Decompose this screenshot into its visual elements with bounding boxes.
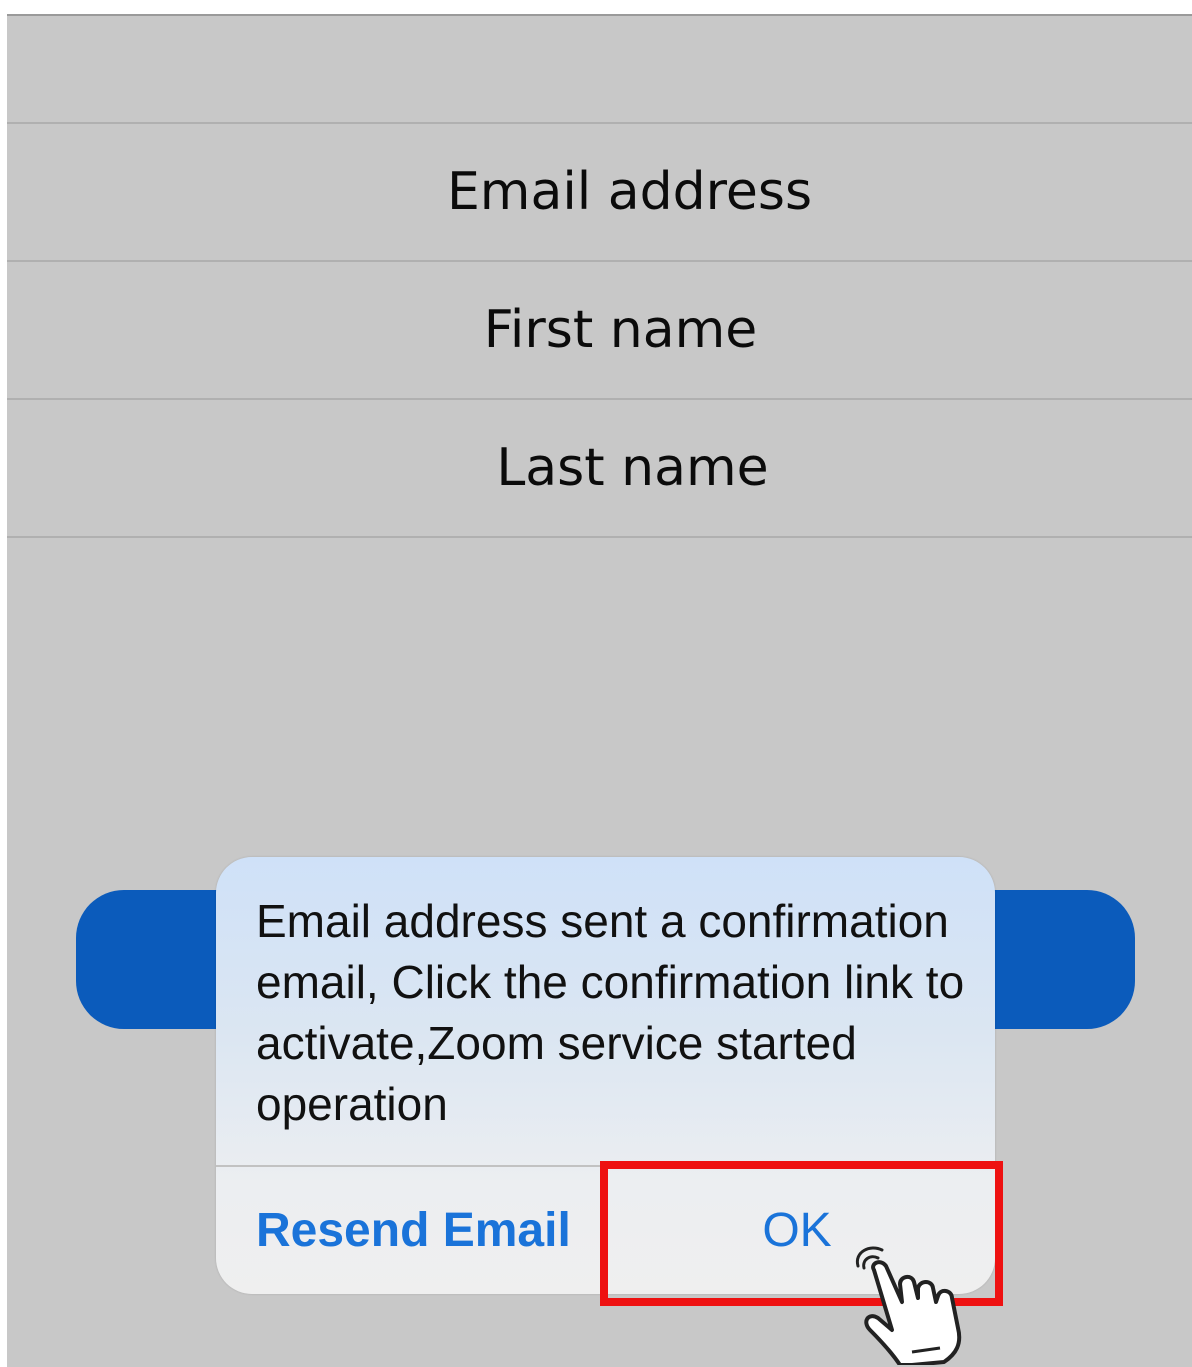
resend-email-button[interactable]: Resend Email: [256, 1167, 596, 1294]
email-address-field[interactable]: Email address: [7, 124, 1192, 262]
header-bar: [7, 16, 1192, 124]
ok-button[interactable]: OK: [601, 1167, 995, 1294]
first-name-field[interactable]: First name: [7, 262, 1192, 400]
dialog-message: Email address sent a confirmation email,…: [256, 895, 965, 1130]
last-name-field[interactable]: Last name: [7, 400, 1192, 538]
email-address-label: Email address: [446, 162, 813, 222]
last-name-label: Last name: [496, 438, 769, 498]
ok-button-label: OK: [762, 1204, 832, 1257]
first-name-label: First name: [483, 300, 758, 360]
confirmation-dialog: Email address sent a confirmation email,…: [216, 857, 995, 1294]
